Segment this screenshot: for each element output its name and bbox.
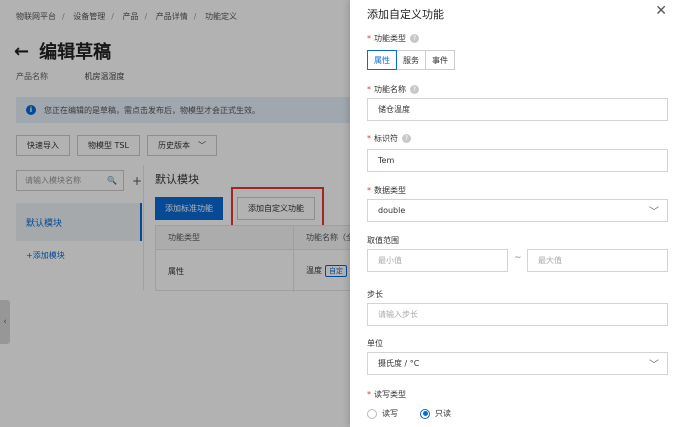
rw-type-label: * 读写类型 xyxy=(367,390,406,399)
unit-label: 单位 xyxy=(367,339,383,348)
range-min-input[interactable]: 最小值 xyxy=(367,249,508,272)
data-type-label: * 数据类型 xyxy=(367,186,406,195)
help-icon[interactable]: ? xyxy=(410,85,419,94)
help-icon[interactable]: ? xyxy=(402,134,411,143)
add-custom-function-drawer: 添加自定义功能 ✕ * 功能类型 ? 属性 服务 事件 * 功能名称 ? 储仓温度 … xyxy=(350,0,679,427)
segment-service[interactable]: 服务 xyxy=(396,50,426,70)
help-icon[interactable]: ? xyxy=(410,34,419,43)
segment-event[interactable]: 事件 xyxy=(425,50,455,70)
radio-button[interactable] xyxy=(367,408,377,419)
range-label: 取值范围 xyxy=(367,236,399,245)
data-type-value: double xyxy=(378,206,406,215)
step-input[interactable]: 请输入步长 xyxy=(367,303,668,326)
chevron-down-icon: ﹀ xyxy=(649,207,659,218)
close-icon[interactable]: ✕ xyxy=(655,3,667,19)
identifier-input[interactable]: Tem xyxy=(367,149,668,172)
range-separator: ~ xyxy=(514,253,522,263)
radio-read-only[interactable]: 只读 xyxy=(420,408,451,419)
chevron-down-icon: ﹀ xyxy=(649,360,659,371)
data-type-select[interactable]: double ﹀ xyxy=(367,199,668,222)
unit-value: 摄氏度 / °C xyxy=(378,359,420,368)
function-name-label: * 功能名称 ? xyxy=(367,84,419,95)
unit-select[interactable]: 摄氏度 / °C ﹀ xyxy=(367,352,668,375)
radio-read-write[interactable]: 读写 xyxy=(367,408,398,419)
function-type-label: * 功能类型 ? xyxy=(367,33,419,44)
radio-button-checked[interactable] xyxy=(420,408,430,419)
range-max-input[interactable]: 最大值 xyxy=(527,249,668,272)
function-name-input[interactable]: 储仓温度 xyxy=(367,98,668,121)
segment-property[interactable]: 属性 xyxy=(367,50,397,70)
drawer-title: 添加自定义功能 xyxy=(367,8,444,21)
identifier-label: * 标识符 ? xyxy=(367,133,411,144)
step-label: 步长 xyxy=(367,290,383,299)
rw-type-radio-group: 读写 只读 xyxy=(367,408,473,419)
function-type-segmented: 属性 服务 事件 xyxy=(367,50,455,70)
